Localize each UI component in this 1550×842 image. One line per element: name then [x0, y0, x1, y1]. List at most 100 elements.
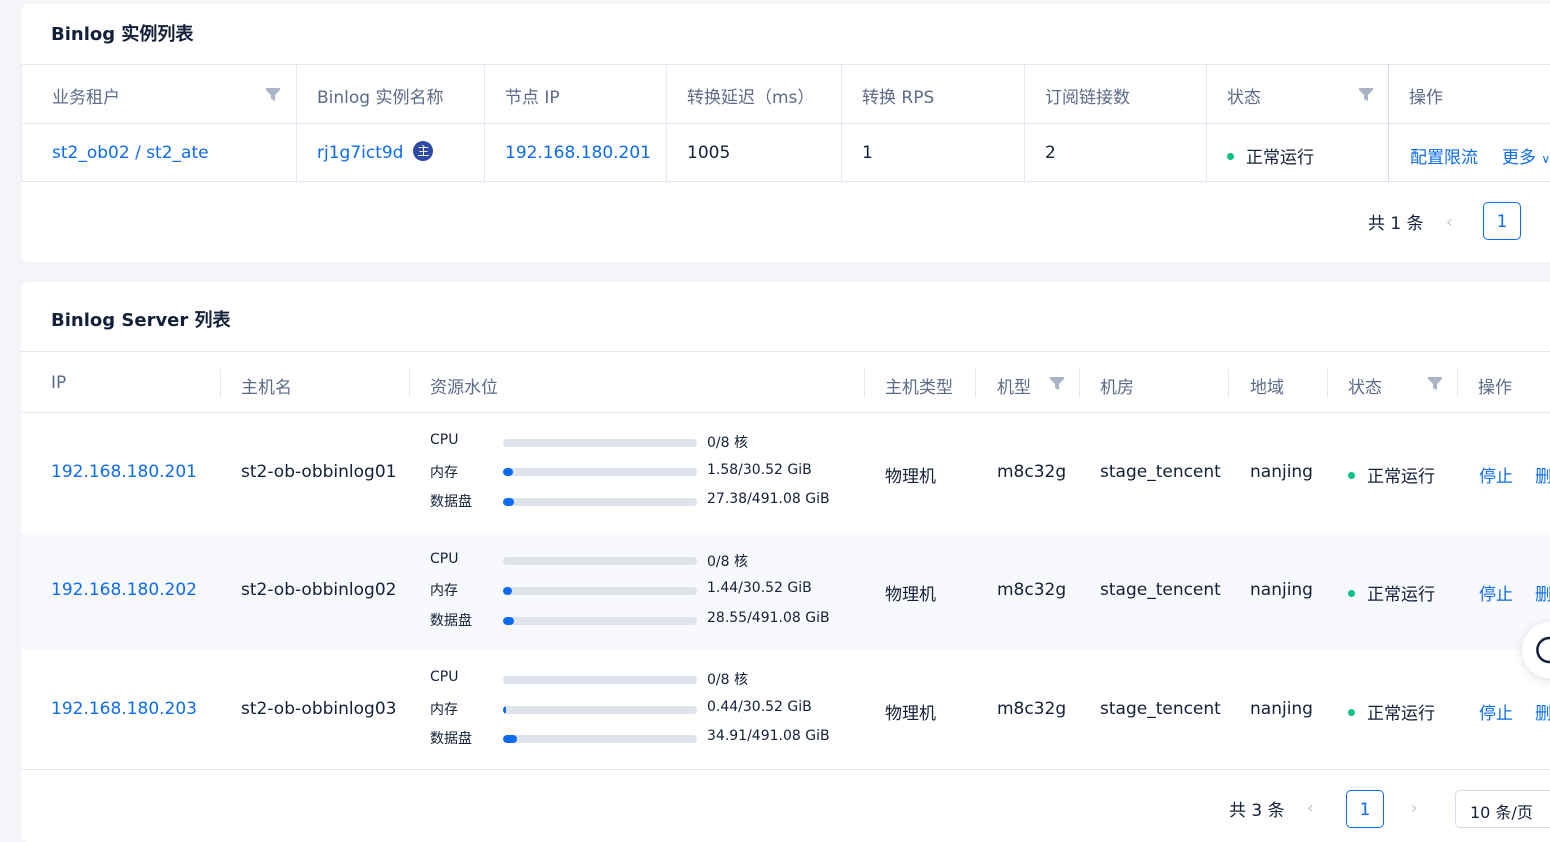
floating-help-button[interactable]: [1522, 622, 1550, 678]
disk-label: 数据盘: [430, 731, 472, 747]
status-badge: 正常运行: [1227, 143, 1314, 168]
instance-name-link[interactable]: rj1g7ict9d: [317, 143, 403, 163]
cpu-usage-bar: [503, 557, 697, 565]
divider: [21, 412, 1550, 413]
delete-button[interactable]: 删: [1535, 699, 1550, 724]
col-header-ip: IP: [51, 373, 67, 393]
machine-room: stage_tencent: [1100, 580, 1221, 600]
status-dot: [1348, 589, 1355, 597]
server-ip-link[interactable]: 192.168.180.201: [51, 462, 197, 482]
delay-value: 1005: [687, 143, 731, 163]
tenant-link[interactable]: st2_ob02 / st2_ate: [52, 143, 209, 163]
col-divider: [1024, 64, 1025, 182]
disk-usage-bar: [503, 735, 697, 743]
divider: [21, 769, 1550, 770]
col-divider: [864, 369, 865, 397]
machine-model: m8c32g: [997, 462, 1067, 482]
col-divider: [841, 64, 842, 182]
col-header-action: 操作: [1409, 88, 1443, 108]
pager-total: 共 3 条: [1229, 801, 1285, 821]
col-header-rps: 转换 RPS: [862, 88, 935, 108]
col-header-ip: 节点 IP: [505, 88, 560, 108]
col-header-action: 操作: [1478, 378, 1512, 398]
instance-card-title: Binlog 实例列表: [51, 24, 194, 45]
col-divider: [1206, 64, 1207, 182]
stop-button[interactable]: 停止: [1479, 462, 1513, 487]
page-button[interactable]: 1: [1483, 202, 1521, 240]
cpu-label: CPU: [430, 551, 459, 567]
links-value: 2: [1045, 143, 1056, 163]
filter-icon[interactable]: [1428, 377, 1442, 390]
binlog-instance-card: Binlog 实例列表 业务租户 Binlog 实例名称 节点 IP 转换延迟（…: [21, 4, 1550, 262]
hostname: st2-ob-obbinlog03: [241, 699, 397, 719]
divider: [21, 123, 1550, 124]
col-header-status[interactable]: 状态: [1227, 83, 1261, 108]
delete-button[interactable]: 删: [1535, 580, 1550, 605]
disk-usage-fill: [503, 617, 515, 625]
server-ip-link[interactable]: 192.168.180.202: [51, 580, 197, 600]
stop-button[interactable]: 停止: [1479, 580, 1513, 605]
col-header-status[interactable]: 状态: [1348, 373, 1382, 398]
pager-total: 共 1 条: [1368, 214, 1424, 234]
machine-model: m8c32g: [997, 580, 1067, 600]
memory-label: 内存: [430, 702, 458, 718]
region: nanjing: [1250, 580, 1313, 600]
server-card-title: Binlog Server 列表: [51, 310, 231, 331]
status-badge: 正常运行: [1348, 580, 1435, 605]
filter-icon[interactable]: [266, 88, 280, 101]
col-header-tenant[interactable]: 业务租户: [52, 83, 120, 108]
col-header-region: 地域: [1250, 378, 1284, 398]
disk-value: 27.38/491.08 GiB: [707, 491, 830, 507]
col-header-resource: 资源水位: [430, 378, 498, 398]
memory-usage-bar: [503, 587, 697, 595]
col-header-hostname: 主机名: [241, 378, 292, 398]
status-dot: [1348, 471, 1355, 479]
memory-usage-fill: [503, 587, 513, 595]
more-dropdown[interactable]: 更多 ∨: [1502, 143, 1550, 168]
status-text: 正常运行: [1367, 467, 1435, 487]
status-dot: [1348, 708, 1355, 716]
col-header-model[interactable]: 机型: [997, 373, 1031, 398]
next-page-icon[interactable]: ›: [1411, 798, 1417, 817]
chevron-down-icon: ∨: [1541, 152, 1550, 166]
col-divider: [21, 64, 22, 182]
delete-button[interactable]: 删: [1535, 462, 1550, 487]
disk-usage-bar: [503, 617, 697, 625]
instance-name-cell: rj1g7ict9d 主: [317, 141, 434, 163]
prev-page-icon[interactable]: ‹: [1446, 212, 1452, 231]
cpu-value: 0/8 核: [707, 435, 748, 451]
disk-label: 数据盘: [430, 613, 472, 629]
status-text: 正常运行: [1246, 148, 1314, 168]
master-badge: 主: [413, 141, 434, 161]
filter-icon[interactable]: [1050, 377, 1064, 390]
cpu-label: CPU: [430, 432, 459, 448]
disk-usage-fill: [503, 735, 517, 743]
page-button[interactable]: 1: [1346, 790, 1384, 828]
rps-value: 1: [862, 143, 873, 163]
disk-value: 34.91/491.08 GiB: [707, 728, 830, 744]
server-ip-link[interactable]: 192.168.180.203: [51, 699, 197, 719]
memory-value: 0.44/30.52 GiB: [707, 699, 812, 715]
prev-page-icon[interactable]: ‹: [1307, 798, 1313, 817]
disk-label: 数据盘: [430, 494, 472, 510]
disk-value: 28.55/491.08 GiB: [707, 610, 830, 626]
config-limit-link[interactable]: 配置限流: [1410, 143, 1478, 168]
page-size-select[interactable]: 10 条/页: [1455, 790, 1550, 828]
help-icon: [1536, 636, 1550, 664]
node-ip-link[interactable]: 192.168.180.201: [505, 143, 651, 163]
status-text: 正常运行: [1367, 585, 1435, 605]
memory-usage-fill: [503, 468, 514, 476]
machine-room: stage_tencent: [1100, 699, 1221, 719]
region: nanjing: [1250, 462, 1313, 482]
col-divider: [666, 64, 667, 182]
memory-usage-fill: [503, 706, 506, 714]
region: nanjing: [1250, 699, 1313, 719]
hostname: st2-ob-obbinlog01: [241, 462, 397, 482]
filter-icon[interactable]: [1359, 88, 1373, 101]
status-dot: [1227, 152, 1234, 160]
divider: [21, 351, 1550, 352]
cpu-usage-bar: [503, 439, 697, 447]
disk-usage-fill: [503, 498, 514, 506]
host-type: 物理机: [885, 585, 936, 605]
stop-button[interactable]: 停止: [1479, 699, 1513, 724]
